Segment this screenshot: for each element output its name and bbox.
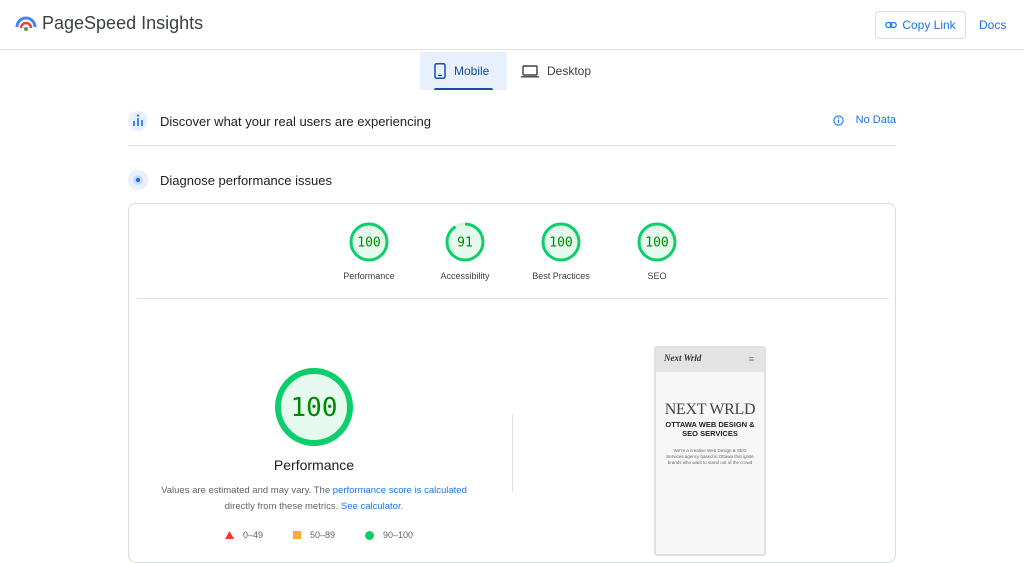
legend-fail: 0–49 xyxy=(224,530,263,540)
svg-text:91: 91 xyxy=(457,236,473,251)
real-users-title: Discover what your real users are experi… xyxy=(160,113,431,129)
screenshot-navbar: Next Wrld ≡ xyxy=(656,348,764,372)
see-calculator-link[interactable]: See calculator. xyxy=(341,501,403,512)
score-legend: 0–49 50–89 90–100 xyxy=(129,530,509,540)
device-tabs: Mobile Desktop xyxy=(420,52,605,90)
app-title: PageSpeed Insights xyxy=(42,13,204,33)
main-performance-gauge: 100 xyxy=(275,368,353,446)
diagnose-title: Diagnose performance issues xyxy=(160,172,332,188)
score-gauges: 100 Performance 91 Accessibility 100 Bes… xyxy=(129,204,895,299)
diagnose-section: Diagnose performance issues xyxy=(128,162,896,198)
screenshot-subheadline: OTTAWA WEB DESIGN & SEO SERVICES xyxy=(665,420,755,438)
page-screenshot[interactable]: Next Wrld ≡ NEXT WRLD OTTAWA WEB DESIGN … xyxy=(654,346,766,556)
screenshot-headline: NEXT WRLD xyxy=(664,401,756,418)
screenshot-paragraph: We're a creative Web Design & SEO Servic… xyxy=(666,448,754,465)
phone-icon xyxy=(434,63,446,79)
section-divider xyxy=(128,145,896,146)
tab-mobile[interactable]: Mobile xyxy=(420,52,507,90)
card-divider xyxy=(137,298,889,299)
gauge-performance-ring: 100 xyxy=(349,222,389,262)
main-performance-label: Performance xyxy=(273,457,355,473)
legend-average: 50–89 xyxy=(292,530,335,540)
info-icon xyxy=(832,114,844,126)
screenshot-logo: Next Wrld xyxy=(664,353,702,363)
triangle-icon xyxy=(224,531,234,539)
square-icon xyxy=(292,531,301,539)
tab-desktop-label: Desktop xyxy=(547,64,592,78)
score-note-prefix: Values are estimated and may vary. The xyxy=(161,485,333,496)
lighthouse-icon xyxy=(128,170,148,190)
crux-users-icon xyxy=(128,111,148,131)
hamburger-icon: ≡ xyxy=(748,354,754,364)
tab-desktop[interactable]: Desktop xyxy=(507,52,605,90)
legend-pass: 90–100 xyxy=(365,530,413,540)
gauge-accessibility-label: Accessibility xyxy=(440,271,490,281)
link-icon xyxy=(885,21,898,29)
gauge-seo-label: SEO xyxy=(647,271,667,281)
score-note: Values are estimated and may vary. The p… xyxy=(149,483,479,515)
copy-link-label: Copy Link xyxy=(902,18,956,32)
no-data-label: No Data xyxy=(855,114,896,126)
real-users-section: Discover what your real users are experi… xyxy=(128,103,896,139)
legend-average-range: 50–89 xyxy=(309,530,335,540)
copy-link-button[interactable]: Copy Link xyxy=(875,11,966,39)
gauge-seo[interactable]: 100 SEO xyxy=(617,222,697,281)
gauge-accessibility[interactable]: 91 Accessibility xyxy=(425,222,505,281)
report-card: 100 Performance 91 Accessibility 100 Bes… xyxy=(128,203,896,563)
gauge-accessibility-ring: 91 xyxy=(445,222,485,262)
docs-link[interactable]: Docs xyxy=(979,18,1006,32)
gauge-performance[interactable]: 100 Performance xyxy=(329,222,409,281)
laptop-icon xyxy=(521,64,539,78)
gauge-best-practices-ring: 100 xyxy=(541,222,581,262)
gauge-best-practices-label: Best Practices xyxy=(532,271,590,281)
no-data-status[interactable]: No Data xyxy=(832,114,896,126)
svg-text:100: 100 xyxy=(549,236,572,251)
svg-text:100: 100 xyxy=(291,393,338,423)
gauge-best-practices[interactable]: 100 Best Practices xyxy=(521,222,601,281)
svg-text:100: 100 xyxy=(357,236,380,251)
gauge-seo-ring: 100 xyxy=(637,222,677,262)
tab-mobile-label: Mobile xyxy=(454,64,490,78)
vertical-separator xyxy=(512,414,513,492)
pagespeed-logo-icon[interactable] xyxy=(15,13,37,35)
gauge-performance-label: Performance xyxy=(343,271,395,281)
circle-icon xyxy=(365,530,374,540)
legend-fail-range: 0–49 xyxy=(242,530,263,540)
svg-text:100: 100 xyxy=(645,236,668,251)
legend-pass-range: 90–100 xyxy=(383,530,414,540)
performance-score-link[interactable]: performance score is calculated xyxy=(333,485,467,496)
top-bar: PageSpeed Insights Copy Link Docs xyxy=(0,0,1024,50)
score-note-middle: directly from these metrics. xyxy=(224,501,341,512)
